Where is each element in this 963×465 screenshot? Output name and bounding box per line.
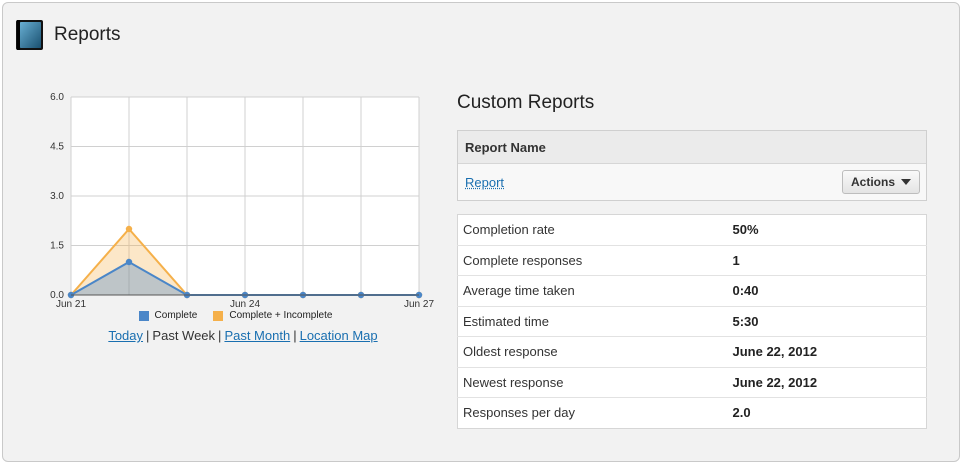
y-tick-label: 6.0 [50,92,64,103]
page-title: Reports [54,24,121,45]
chart-canvas: 6.04.53.01.50.0Jun 21 Jun 24 Jun 27 [50,92,434,310]
past-month-link[interactable]: Past Month [224,328,290,343]
report-row: Report Actions [458,164,926,200]
stat-value: 0:40 [727,275,927,307]
y-tick-label: 3.0 [50,191,64,202]
responses-chart: 6.0 4.5 3.0 1.5 0.0 Jun 21 Jun 24 Jun 27 Comple… [43,89,434,329]
stat-value: 5:30 [727,306,927,337]
book-icon [16,20,43,50]
caret-down-icon [901,179,911,185]
legend-item-complete: Complete [138,310,198,321]
report-link[interactable]: Report [465,175,504,190]
location-map-link[interactable]: Location Map [300,328,378,343]
stat-label: Responses per day [463,405,576,421]
custom-reports-table: Report Name Report Actions [457,130,927,201]
actions-label: Actions [850,175,895,189]
legend-label-complete-incomplete: Complete + Incomplete [229,310,333,321]
custom-reports-title: Custom Reports [457,92,595,113]
y-tick-label: 4.5 [50,142,64,153]
data-point-complete [125,258,133,266]
stat-label: Estimated time [457,306,728,337]
table-row: Responses per day 2.0 [458,398,927,429]
table-row: Average time taken 0:40 [457,275,927,307]
legend-swatch-complete-incomplete [213,310,224,321]
x-tick-label: Jun 21 [56,299,86,310]
table-row: Newest response June 22, 2012 [457,367,927,398]
stat-value: June 22, 2012 [727,367,927,398]
stat-label: Complete responses [457,245,728,276]
report-name-header: Report Name [458,131,926,164]
legend-swatch-complete [138,310,149,321]
stat-value: 50% [727,214,927,246]
table-row: Completion rate 50% [457,214,927,246]
date-range-links: Today | Past Week | Past Month | Location Map [43,328,443,343]
stat-label: Newest response [457,367,728,398]
legend-item-complete-incomplete: Complete + Incomplete [213,310,332,321]
x-tick-label: Jun 27 [404,299,434,310]
stat-value: 1 [727,245,927,276]
separator: | [293,328,297,343]
reports-panel: Reports 6.0 4.5 3.0 1.5 0.0 Jun 21 Jun 24 Jun 2… [2,2,960,462]
stat-label: Oldest response [457,336,728,368]
table-row: Estimated time 5:30 [457,306,927,337]
stat-label: Average time taken [457,275,728,307]
actions-button[interactable]: Actions [841,170,920,194]
response-stats-table: Completion rate 50% Complete responses 1 A… [457,214,927,429]
past-week-current: Past Week [152,328,216,343]
stat-value: 2.0 [732,405,751,421]
separator: | [146,328,150,343]
y-tick-label: 1.5 [50,241,64,252]
legend-label-complete: Complete [154,310,198,321]
table-row: Complete responses 1 [457,245,927,276]
table-row: Oldest response June 22, 2012 [457,336,927,368]
stat-label: Completion rate [457,214,728,246]
header: Reports [15,17,121,53]
today-link[interactable]: Today [108,328,143,343]
chart-legend: Complete Complete + Incomplete [43,310,428,321]
stat-value: June 22, 2012 [727,336,927,368]
x-tick-label: Jun 24 [230,299,260,310]
data-point-complete-incomplete [125,225,133,233]
